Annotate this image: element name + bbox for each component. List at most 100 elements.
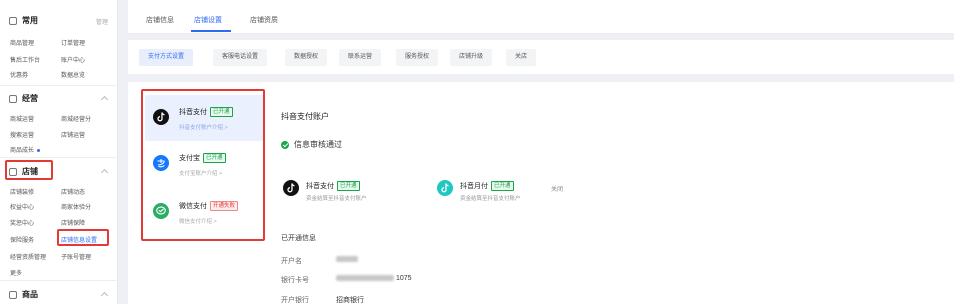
- payment-intro-link[interactable]: 微信支付介绍 >: [179, 217, 217, 225]
- payment-method-name: 抖音支付 已开通: [179, 107, 233, 118]
- sidebar-section-label: 商品: [22, 290, 38, 299]
- status-badge: 已开通: [337, 181, 360, 192]
- card-description: 资金结算至抖音支付账户: [460, 196, 521, 202]
- close-link[interactable]: 关闭: [551, 184, 563, 193]
- payment-method-name: 微信支付 开通失败: [179, 201, 239, 212]
- tab-contact-operations[interactable]: 联系运营: [339, 49, 382, 66]
- sidebar-item[interactable]: 商家体验分: [61, 202, 91, 211]
- sidebar-item-store-settings[interactable]: 店铺信息设置: [61, 235, 97, 244]
- sidebar-section-label: 店铺: [22, 167, 38, 176]
- sub-tab-bar: 支付方式设置 客服电话设置 数据授权 联系运营 服务授权 店铺升级 关店: [128, 40, 954, 74]
- sidebar-section-operations[interactable]: 经营: [9, 93, 38, 104]
- sidebar-item[interactable]: 数据总览: [61, 70, 85, 79]
- sidebar-item[interactable]: 店铺动态: [61, 187, 85, 196]
- tab-close-store[interactable]: 关店: [506, 49, 537, 66]
- card-title: 抖音支付 已开通: [306, 181, 360, 192]
- sidebar-item[interactable]: 店铺保障: [61, 218, 85, 227]
- status-badge: 已开通: [210, 107, 233, 118]
- payment-name-text: 微信支付: [179, 203, 207, 210]
- sidebar-item[interactable]: 店铺运营: [61, 130, 85, 139]
- sidebar-item[interactable]: 权益中心: [10, 202, 34, 211]
- sidebar-item[interactable]: 订单管理: [61, 38, 85, 47]
- tab-store-upgrade[interactable]: 店铺升级: [450, 49, 493, 66]
- payment-method-alipay[interactable]: 支付宝 已开通 支付宝账户介绍 >: [145, 141, 263, 187]
- card-name-text: 抖音支付: [306, 183, 334, 190]
- chevron-up-icon[interactable]: [100, 291, 109, 300]
- chevron-up-icon[interactable]: [100, 168, 109, 177]
- tab-service-phone[interactable]: 客服电话设置: [213, 49, 268, 66]
- sidebar-item[interactable]: 奖惩中心: [10, 218, 34, 227]
- status-badge: 开通失败: [210, 201, 239, 212]
- payment-method-name: 支付宝 已开通: [179, 153, 226, 164]
- opened-info-title: 已开通信息: [281, 235, 316, 242]
- card-number-value: 1075: [336, 275, 412, 282]
- top-tab-bar: 店铺信息 店铺设置 店铺资质: [128, 0, 954, 34]
- check-circle-icon: [281, 140, 289, 149]
- sidebar-item[interactable]: 经营资质管理: [10, 252, 46, 261]
- sidebar-item[interactable]: 店铺装修: [10, 187, 34, 196]
- chevron-up-icon[interactable]: [100, 95, 109, 104]
- sidebar-item[interactable]: 搜索运营: [10, 130, 34, 139]
- payment-method-list: 抖音支付 已开通 抖音支付账户介绍 > 支付宝 已开通 支付宝账户介绍 > 微信支付…: [141, 89, 265, 241]
- bank-value: 招商银行: [336, 297, 364, 304]
- divider: [0, 157, 118, 158]
- common-icon: [9, 16, 17, 25]
- alipay-icon: [153, 155, 169, 171]
- redacted-value: [336, 256, 358, 263]
- payment-method-douyin[interactable]: 抖音支付 已开通 抖音支付账户介绍 >: [145, 95, 263, 141]
- tab-service-authorization[interactable]: 服务授权: [396, 49, 439, 66]
- tab-payment-settings[interactable]: 支付方式设置: [139, 49, 194, 66]
- manage-link[interactable]: 管理: [96, 17, 108, 26]
- card-name-text: 抖音月付: [460, 183, 488, 190]
- card-title: 抖音月付 已开通: [460, 181, 514, 192]
- payment-name-text: 抖音支付: [179, 109, 207, 116]
- divider: [0, 85, 118, 86]
- status-badge: 已开通: [203, 153, 226, 164]
- douyin-monthly-icon: [437, 180, 453, 196]
- payment-intro-link[interactable]: 支付宝账户介绍 >: [179, 169, 222, 177]
- payment-name-text: 支付宝: [179, 155, 200, 162]
- sidebar-item[interactable]: 商品管理: [10, 38, 34, 47]
- sidebar-item[interactable]: 账户中心: [61, 55, 85, 64]
- douyin-icon: [153, 109, 169, 125]
- sidebar-item[interactable]: 保险服务: [10, 235, 34, 244]
- status-badge: 已开通: [491, 181, 514, 192]
- wechat-pay-icon: [153, 203, 169, 219]
- divider: [0, 280, 118, 281]
- sidebar-section-label: 常用: [22, 16, 38, 25]
- store-icon: [9, 167, 17, 176]
- payment-method-wechat[interactable]: 微信支付 开通失败 微信支付介绍 >: [145, 189, 263, 235]
- sidebar-item[interactable]: 售后工作台: [10, 55, 40, 64]
- sidebar-item[interactable]: 商城运营: [10, 114, 34, 123]
- account-name-value: [336, 256, 358, 263]
- sidebar-item[interactable]: 商品成长: [10, 145, 41, 154]
- sidebar: 常用 管理 商品管理 订单管理 售后工作台 账户中心 优惠券 数据总览 经营 商…: [0, 0, 118, 304]
- account-title: 抖音支付账户: [281, 112, 329, 121]
- active-tab-indicator: [191, 30, 231, 32]
- sidebar-item[interactable]: 子账号管理: [61, 252, 91, 261]
- tab-store-info[interactable]: 店铺信息: [146, 15, 174, 25]
- sidebar-section-label: 经营: [22, 94, 38, 103]
- sidebar-item-label: 商品成长: [10, 148, 35, 154]
- sidebar-item[interactable]: 优惠券: [10, 70, 28, 79]
- goods-icon: [9, 290, 17, 299]
- tab-store-settings[interactable]: 店铺设置: [194, 15, 222, 25]
- redacted-value: [336, 275, 394, 282]
- new-dot-icon: [37, 148, 41, 152]
- payment-intro-link[interactable]: 抖音支付账户介绍 >: [179, 123, 228, 131]
- review-status-text: 信息审核通过: [294, 140, 342, 149]
- tab-store-qualification[interactable]: 店铺资质: [250, 15, 278, 25]
- douyin-pay-icon: [283, 180, 299, 196]
- tab-data-authorization[interactable]: 数据授权: [285, 49, 328, 66]
- field-label: 开户名: [281, 258, 302, 265]
- sidebar-section-goods[interactable]: 商品: [9, 289, 38, 300]
- sidebar-section-store[interactable]: 店铺: [9, 166, 38, 177]
- review-status: 信息审核通过: [281, 139, 342, 150]
- card-description: 资金结算至抖音支付账户: [306, 196, 367, 202]
- operations-icon: [9, 94, 17, 103]
- sidebar-item-more[interactable]: 更多: [10, 268, 22, 277]
- sidebar-item[interactable]: 商城经营分: [61, 114, 91, 123]
- field-value-text: 1075: [396, 275, 412, 282]
- sidebar-section-common[interactable]: 常用: [9, 15, 38, 26]
- field-label: 银行卡号: [281, 277, 309, 284]
